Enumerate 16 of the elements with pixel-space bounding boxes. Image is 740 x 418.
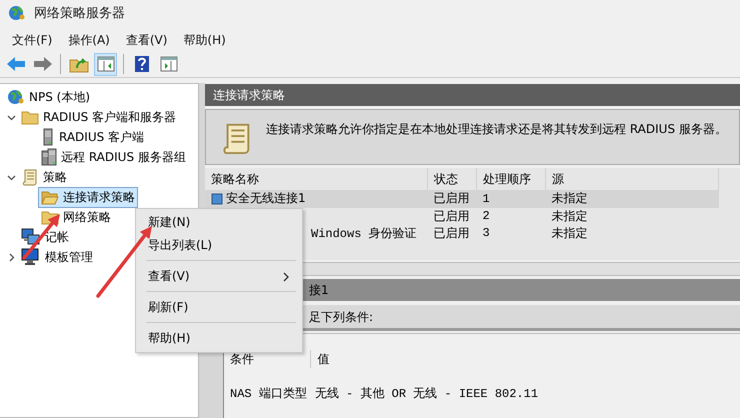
table-cell: 未指定 xyxy=(546,208,718,224)
pane-header: 连接请求策略 xyxy=(205,84,740,106)
table-cell: 安全无线连接1 xyxy=(226,190,306,207)
table-cell: 2 xyxy=(476,208,546,224)
table-cell-text: 未指定 xyxy=(550,224,588,242)
table-cell: 已启用 xyxy=(428,190,476,208)
table-cell: 已启用 xyxy=(428,208,476,224)
table-cell: NAS 端口类型 xyxy=(230,368,311,418)
table-cell-text: 已启用 xyxy=(432,224,470,242)
table-cell-text: 3 xyxy=(482,225,491,242)
table-cell: 1 xyxy=(476,190,546,208)
table-cell: 无线 - 其他 OR 无线 - IEEE 802.11 xyxy=(310,368,542,418)
table-cell: 未指定 xyxy=(546,190,718,208)
table-cell-text: Windows 身份验证 xyxy=(311,226,417,242)
description-text: 连接请求策略允许你指定是在本地处理连接请求还是将其转发到远程 RADIUS 服务器。 xyxy=(266,121,727,138)
window-title: 网络策略服务器 xyxy=(34,5,125,22)
